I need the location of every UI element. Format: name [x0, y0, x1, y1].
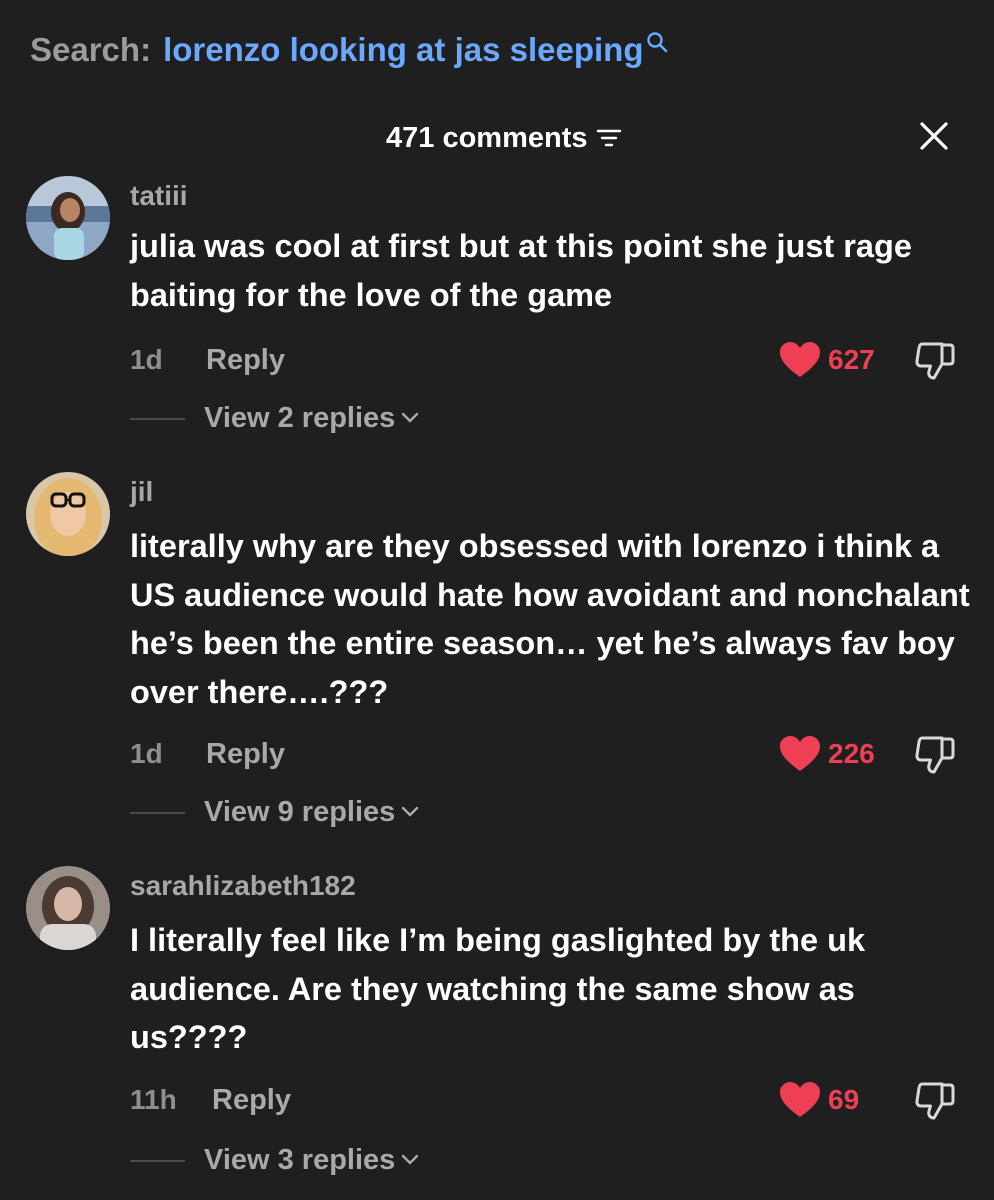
replies-divider [130, 418, 185, 420]
like-count: 69 [828, 1084, 860, 1115]
search-icon[interactable] [645, 30, 669, 54]
replies-divider [130, 812, 185, 814]
comment-timestamp: 1d [130, 344, 163, 375]
comment-actions: 11h Reply 69 [0, 1078, 994, 1122]
comment-timestamp: 1d [130, 738, 163, 769]
reply-button[interactable]: Reply [206, 732, 285, 776]
heart-icon[interactable] [778, 1080, 822, 1120]
heart-icon[interactable] [778, 734, 822, 774]
like-count: 627 [828, 344, 875, 375]
comments-header: 471 comments [0, 116, 994, 160]
reply-button[interactable]: Reply [206, 338, 285, 382]
avatar[interactable] [26, 866, 110, 950]
search-label: Search: [30, 31, 152, 68]
dislike-icon[interactable] [912, 734, 960, 776]
comment-text: I literally feel like I’m being gaslight… [130, 922, 866, 1055]
view-replies-button[interactable]: View 3 replies [204, 1138, 419, 1182]
view-replies-row: View 3 replies [0, 1138, 994, 1182]
view-replies-button[interactable]: View 2 replies [204, 396, 419, 440]
view-replies-label: View 3 replies [204, 1143, 396, 1176]
avatar[interactable] [26, 472, 110, 556]
view-replies-row: View 2 replies [0, 396, 994, 440]
sort-filter-icon[interactable] [596, 127, 622, 149]
reply-button[interactable]: Reply [212, 1078, 291, 1122]
chevron-down-icon [402, 412, 419, 423]
comment-username[interactable]: tatiii [130, 180, 188, 212]
search-query[interactable]: lorenzo looking at jas sleeping [163, 31, 643, 69]
chevron-down-icon [402, 1154, 419, 1165]
avatar[interactable] [26, 176, 110, 260]
search-bar[interactable]: Search: lorenzo looking at jas sleeping [30, 28, 669, 72]
like-count: 226 [828, 738, 875, 769]
comment-username[interactable]: jil [130, 476, 153, 508]
view-replies-label: View 2 replies [204, 401, 396, 434]
comments-count-button[interactable]: 471 comments [386, 116, 622, 160]
chevron-down-icon [402, 806, 419, 817]
dislike-icon[interactable] [912, 1080, 960, 1122]
dislike-icon[interactable] [912, 340, 960, 382]
comments-count-label: 471 comments [386, 121, 588, 154]
comment-actions: 1d Reply 627 [0, 338, 994, 382]
replies-divider [130, 1160, 185, 1162]
heart-icon[interactable] [778, 340, 822, 380]
close-icon[interactable] [912, 118, 956, 158]
comment-timestamp: 11h [130, 1084, 177, 1115]
view-replies-label: View 9 replies [204, 795, 396, 828]
comment-text: julia was cool at first but at this poin… [130, 228, 912, 313]
view-replies-button[interactable]: View 9 replies [204, 790, 419, 834]
comment-username[interactable]: sarahlizabeth182 [130, 870, 356, 902]
view-replies-row: View 9 replies [0, 790, 994, 834]
comment-text: literally why are they obsessed with lor… [130, 528, 970, 710]
comment-actions: 1d Reply 226 [0, 732, 994, 776]
